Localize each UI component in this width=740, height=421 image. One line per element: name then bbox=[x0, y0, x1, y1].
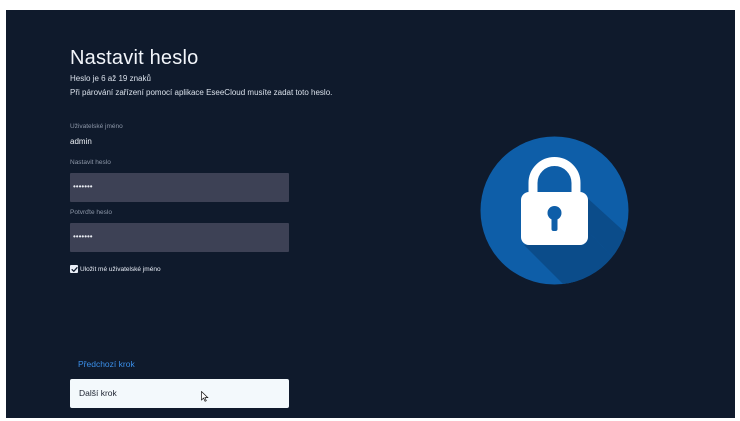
mouse-cursor-icon bbox=[201, 391, 209, 402]
confirm-password-field[interactable]: ••••••• bbox=[70, 223, 289, 252]
username-value: admin bbox=[70, 137, 92, 146]
username-label: Uživatelské jméno bbox=[70, 123, 123, 130]
password-label: Nastavit heslo bbox=[70, 159, 111, 166]
remember-username-checkbox[interactable] bbox=[70, 265, 78, 273]
lock-icon bbox=[480, 136, 629, 285]
checkmark-icon bbox=[70, 266, 78, 272]
remember-username-label: Uložit mé uživatelské jméno bbox=[80, 265, 161, 273]
pairing-hint: Při párování zařízení pomocí aplikace Es… bbox=[70, 88, 333, 97]
previous-step-link[interactable]: Předchozí krok bbox=[78, 359, 135, 369]
next-step-button[interactable]: Další krok bbox=[70, 379, 289, 408]
password-field[interactable]: ••••••• bbox=[70, 173, 289, 202]
password-length-hint: Heslo je 6 až 19 znaků bbox=[70, 74, 151, 83]
confirm-password-label: Potvrďte heslo bbox=[70, 209, 112, 216]
page-title: Nastavit heslo bbox=[70, 47, 199, 69]
remember-username-row[interactable]: Uložit mé uživatelské jméno bbox=[70, 264, 161, 274]
lock-illustration bbox=[479, 135, 630, 286]
setup-screen: Nastavit heslo Heslo je 6 až 19 znaků Př… bbox=[6, 10, 735, 418]
